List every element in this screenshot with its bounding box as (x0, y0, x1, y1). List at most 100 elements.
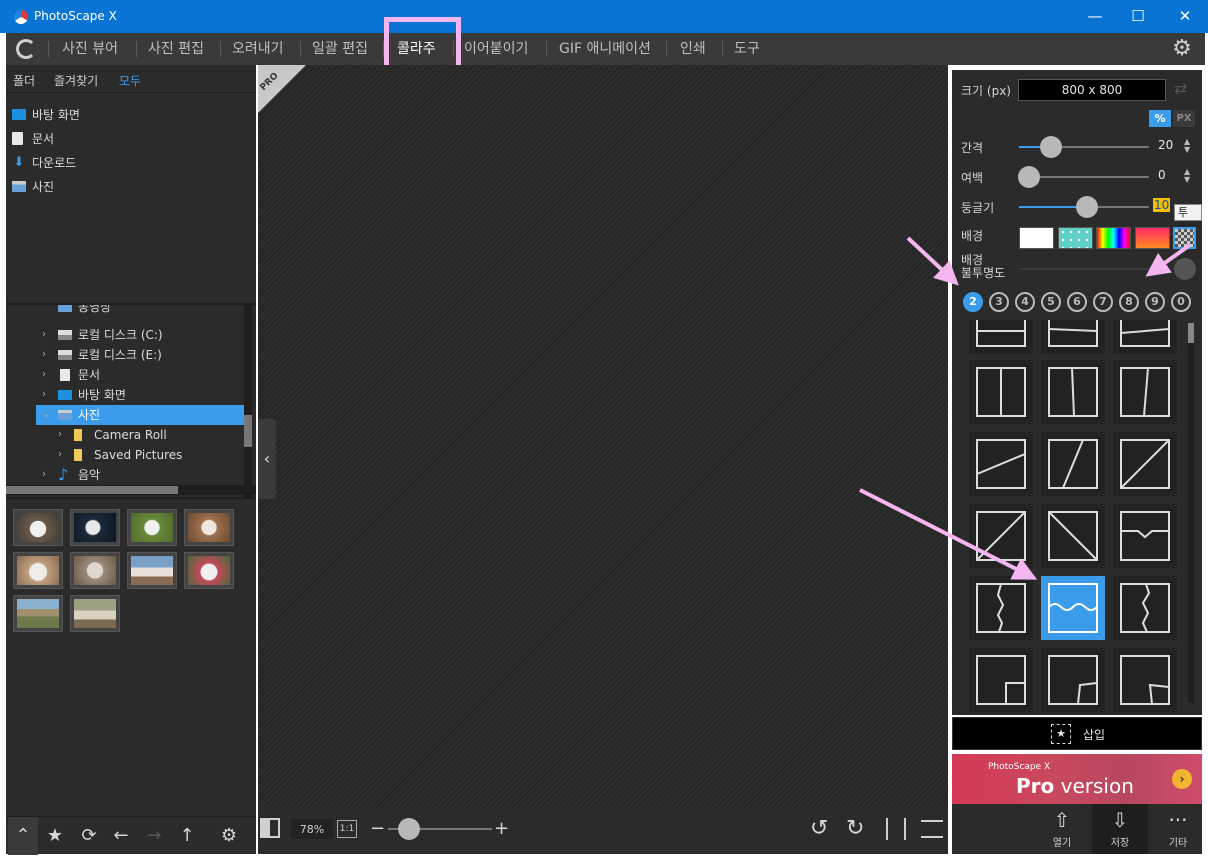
gear-icon[interactable]: ⚙ (216, 822, 242, 850)
open-button[interactable]: ⇧ 열기 (1034, 804, 1090, 854)
zoom-in-button[interactable]: + (494, 818, 509, 839)
favorite-downloads[interactable]: ⬇ 다운로드 (6, 151, 256, 175)
pro-version-banner[interactable]: PhotoScape X Pro version › (952, 754, 1202, 804)
chevron-right-icon[interactable]: › (42, 365, 46, 385)
unit-percent-toggle[interactable]: % (1149, 110, 1171, 127)
tree-horizontal-scrollbar[interactable] (6, 485, 256, 495)
rotate-left-icon[interactable]: ↺ (810, 816, 828, 841)
settings-gear-icon[interactable]: ⚙ (1170, 37, 1194, 61)
collapse-left-panel-button[interactable]: ‹ (258, 419, 276, 499)
scrollbar-thumb[interactable] (6, 486, 178, 494)
chevron-up-icon[interactable]: ⌃ (8, 817, 38, 855)
menu-cut-out[interactable]: 오려내기 (232, 33, 284, 65)
tab-folder[interactable]: 폴더 (13, 72, 35, 89)
layout-option[interactable] (969, 576, 1033, 640)
margin-slider-knob[interactable] (1018, 166, 1040, 188)
close-button[interactable]: ✕ (1162, 0, 1208, 33)
layout-scrollbar[interactable] (1188, 323, 1194, 703)
menu-gif-animation[interactable]: GIF 애니메이션 (559, 33, 651, 65)
count-option-5[interactable]: 5 (1041, 292, 1061, 312)
layout-option[interactable] (1041, 432, 1105, 496)
home-icon[interactable] (16, 39, 36, 59)
count-option-0[interactable]: 0 (1171, 292, 1191, 312)
zoom-slider-knob[interactable] (398, 818, 420, 840)
spacing-slider-knob[interactable] (1040, 136, 1062, 158)
tree-item-documents[interactable]: › 문서 (6, 365, 244, 385)
rotate-right-icon[interactable]: ↻ (846, 816, 864, 841)
count-option-2[interactable]: 2 (963, 292, 983, 312)
refresh-icon[interactable]: ⟳ (76, 822, 102, 850)
layout-option[interactable] (1113, 576, 1177, 640)
pro-version-ribbon[interactable]: PRO (258, 65, 306, 113)
split-view-icon[interactable] (260, 818, 280, 838)
forward-arrow-icon[interactable]: → (141, 822, 167, 850)
menu-photo-editor[interactable]: 사진 편집 (148, 33, 204, 65)
chevron-right-icon[interactable]: › (58, 445, 62, 465)
photo-thumbnail[interactable] (13, 509, 63, 546)
roundness-value[interactable]: 10 (1153, 198, 1171, 212)
tree-item-local-c[interactable]: › 로컬 디스크 (C:) (6, 325, 244, 345)
tree-item-pictures[interactable]: ⌄ 사진 (36, 405, 244, 425)
chevron-right-icon[interactable]: › (42, 465, 46, 485)
photo-thumbnail[interactable] (13, 595, 63, 632)
menu-print[interactable]: 인쇄 (680, 33, 706, 65)
photo-thumbnail[interactable] (127, 552, 177, 589)
collage-canvas[interactable]: PRO ‹ (258, 65, 948, 816)
count-option-4[interactable]: 4 (1015, 292, 1035, 312)
up-arrow-icon[interactable]: ↑ (174, 822, 200, 850)
minimize-button[interactable]: — (1072, 0, 1118, 33)
layout-option[interactable] (969, 320, 1033, 354)
photo-thumbnail[interactable] (184, 509, 234, 546)
zoom-level-field[interactable]: 78% (290, 818, 334, 840)
more-button[interactable]: ··· 기타 (1150, 804, 1206, 854)
count-option-9[interactable]: 9 (1145, 292, 1165, 312)
menu-batch-edit[interactable]: 일괄 편집 (312, 33, 368, 65)
size-field[interactable]: 800 x 800 (1018, 79, 1166, 101)
chevron-right-icon[interactable]: › (42, 385, 46, 405)
menu-combine[interactable]: 이어붙이기 (464, 33, 528, 65)
flip-vertical-icon[interactable] (921, 820, 943, 838)
unit-pixel-toggle[interactable]: PX (1173, 110, 1195, 127)
chevron-right-icon[interactable]: › (42, 325, 46, 345)
count-option-3[interactable]: 3 (989, 292, 1009, 312)
maximize-button[interactable]: ☐ (1115, 0, 1161, 33)
tree-vertical-scrollbar[interactable] (244, 305, 252, 497)
layout-option[interactable] (1113, 320, 1177, 354)
spacing-stepper-icon[interactable]: ▲ ▼ (1184, 138, 1190, 154)
layout-option[interactable] (969, 504, 1033, 568)
star-icon[interactable]: ★ (42, 822, 68, 850)
bg-rainbow-swatch[interactable] (1096, 227, 1131, 249)
menu-photo-viewer[interactable]: 사진 뷰어 (62, 33, 118, 65)
layout-option[interactable] (1113, 648, 1177, 712)
back-arrow-icon[interactable]: ← (108, 822, 134, 850)
layout-option[interactable] (969, 432, 1033, 496)
layout-option[interactable] (1113, 504, 1177, 568)
layout-option[interactable] (1041, 504, 1105, 568)
layout-option[interactable] (969, 360, 1033, 424)
tree-item-desktop[interactable]: › 바탕 화면 (6, 385, 244, 405)
layout-option[interactable] (1113, 432, 1177, 496)
count-option-6[interactable]: 6 (1067, 292, 1087, 312)
arrow-right-icon[interactable]: › (1172, 769, 1192, 789)
count-option-7[interactable]: 7 (1093, 292, 1113, 312)
bg-gradient-swatch[interactable] (1135, 227, 1170, 249)
count-option-8[interactable]: 8 (1119, 292, 1139, 312)
bg-transparent-swatch[interactable] (1173, 227, 1196, 249)
tree-item-local-e[interactable]: › 로컬 디스크 (E:) (6, 345, 244, 365)
insert-button[interactable]: ★ 삽입 (952, 717, 1202, 750)
menu-tools[interactable]: 도구 (734, 33, 760, 65)
photo-thumbnail[interactable] (127, 509, 177, 546)
save-button[interactable]: ⇩ 저장 (1092, 804, 1148, 854)
photo-thumbnail[interactable] (70, 552, 120, 589)
tree-item-saved-pictures[interactable]: › Saved Pictures (6, 445, 244, 465)
layout-option[interactable] (969, 648, 1033, 712)
photo-thumbnail[interactable] (70, 595, 120, 632)
photo-thumbnail[interactable] (184, 552, 234, 589)
tree-item-videos[interactable]: 동영상 (6, 305, 244, 317)
spacing-value[interactable]: 20 (1158, 138, 1173, 152)
layout-option[interactable] (1041, 648, 1105, 712)
photo-thumbnail[interactable] (70, 509, 120, 546)
chevron-right-icon[interactable]: › (42, 345, 46, 365)
favorite-desktop[interactable]: 바탕 화면 (6, 103, 256, 127)
favorite-pictures[interactable]: 사진 (6, 175, 256, 199)
